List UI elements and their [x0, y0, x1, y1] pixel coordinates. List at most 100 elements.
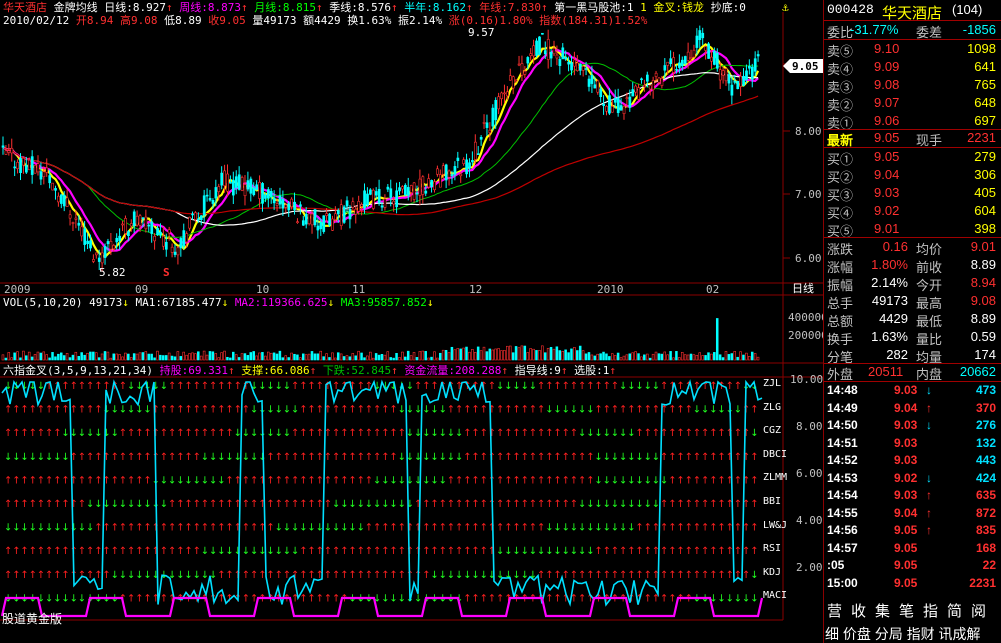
- down-arrow-icon: ↓: [439, 452, 447, 463]
- bottom-tab[interactable]: 收: [851, 600, 866, 621]
- bottom-tab[interactable]: 阅: [971, 600, 986, 621]
- chart-canvas[interactable]: ↓ ↓ ↓ ↓ ↓ ↑ ↑ ↑ ↑ ↑ ↑ ↑ ↑ ↑ ↑ ↓ ↓ ↓ ↓ ↓ ↑ ↑ ↑ ↑ ↑ ↑ ↑ ↑ ↑ ↑ ↓ ↓ ↓ ↓ ↓ ↑ ↑ ↑ ↑ ↑…: [0, 0, 823, 643]
- ask-row[interactable]: 卖① 9.06 697: [824, 112, 1001, 131]
- volume-bar: [97, 357, 101, 361]
- tick-row[interactable]: 14:55 9.04 ↑ 872: [824, 505, 1001, 523]
- bottom-links[interactable]: 细 价盘 分局 指财 讯成解: [825, 624, 981, 643]
- down-arrow-icon: ↓: [111, 499, 119, 510]
- up-arrow-icon: ↑: [586, 381, 594, 392]
- candle-body: [94, 252, 98, 256]
- volume-bar: [112, 353, 115, 361]
- volume-bar: [48, 357, 51, 361]
- bid-row[interactable]: 买③ 9.03 405: [824, 184, 1001, 203]
- down-arrow-icon: ↓: [594, 499, 602, 510]
- up-arrow-icon: ↑: [660, 523, 668, 534]
- anchor-icon[interactable]: ⚓: [782, 1, 789, 14]
- ask-row[interactable]: 卖③ 9.08 765: [824, 76, 1001, 95]
- up-arrow-icon: ↑: [398, 428, 406, 439]
- chart-mode-label[interactable]: 金牌均线: [54, 1, 98, 14]
- volume-bar: [715, 318, 719, 361]
- bottom-tab[interactable]: 笔: [899, 600, 914, 621]
- volume-bar: [65, 353, 69, 361]
- ask-row[interactable]: 卖② 9.07 648: [824, 94, 1001, 113]
- volume-bar: [310, 351, 314, 361]
- up-arrow-icon: ↑: [94, 381, 102, 392]
- down-arrow-icon: ↓: [242, 546, 250, 557]
- tick-row[interactable]: 14:56 9.05 ↑ 835: [824, 522, 1001, 540]
- candle-body: [205, 194, 209, 197]
- candle-body: [625, 97, 629, 100]
- tick-row[interactable]: :05 9.05 22: [824, 557, 1001, 575]
- indicator-tick: 10.00: [790, 373, 824, 386]
- up-arrow-icon: ↑: [676, 405, 684, 416]
- up-arrow-icon: ↑: [463, 475, 471, 486]
- up-arrow-icon: ↑: [316, 452, 324, 463]
- candle-body: [351, 201, 355, 208]
- tick-volume: 835: [975, 523, 996, 537]
- up-arrow-icon: ↑: [53, 570, 61, 581]
- tick-row[interactable]: 14:48 9.03 ↓ 473: [824, 382, 1001, 400]
- level-price: 9.07: [874, 95, 900, 110]
- tick-row[interactable]: 15:00 9.05 2231: [824, 575, 1001, 593]
- up-arrow-icon: ↑: [676, 546, 684, 557]
- up-arrow-icon: ↑: [693, 546, 701, 557]
- ask-row[interactable]: 卖⑤ 9.10 1098: [824, 40, 1001, 59]
- tick-price: 9.04: [894, 400, 918, 415]
- ask-row[interactable]: 卖④ 9.09 641: [824, 58, 1001, 77]
- bottom-tab[interactable]: 营: [827, 600, 842, 621]
- volume-bar: [678, 357, 681, 361]
- candle-body: [570, 62, 573, 71]
- up-arrow-icon: ↑: [160, 428, 168, 439]
- bid-row[interactable]: 买④ 9.02 604: [824, 202, 1001, 221]
- up-arrow-icon: ↑: [160, 405, 168, 416]
- tick-row[interactable]: 14:54 9.03 ↑ 635: [824, 487, 1001, 505]
- down-arrow-icon: ↓: [283, 546, 291, 557]
- candle-body: [74, 217, 78, 220]
- volume-bar: [567, 352, 570, 361]
- volume-bar: [389, 357, 392, 361]
- tick-row[interactable]: 14:51 9.03 132: [824, 435, 1001, 453]
- candle-body: [255, 184, 259, 190]
- up-arrow-icon: ↑: [365, 523, 373, 534]
- tick-row[interactable]: 14:53 9.02 ↓ 424: [824, 470, 1001, 488]
- tick-row[interactable]: 14:57 9.05 168: [824, 540, 1001, 558]
- up-arrow-icon: ↑: [562, 499, 570, 510]
- bottom-tab[interactable]: 指: [923, 600, 938, 621]
- candle-body: [287, 203, 291, 211]
- up-arrow-icon: ↑: [726, 452, 734, 463]
- down-arrow-icon: ↓: [611, 523, 619, 534]
- up-arrow-icon: ↑: [389, 428, 397, 439]
- volume-bar: [447, 352, 451, 361]
- kline-chart-area[interactable]: ↓ ↓ ↓ ↓ ↓ ↑ ↑ ↑ ↑ ↑ ↑ ↑ ↑ ↑ ↑ ↓ ↓ ↓ ↓ ↓ ↑ ↑ ↑ ↑ ↑ ↑ ↑ ↑ ↑ ↑ ↓ ↓ ↓ ↓ ↓ ↑ ↑ ↑ ↑ ↑…: [0, 0, 828, 643]
- volume-bar: [10, 357, 13, 361]
- bottom-tab[interactable]: 简: [947, 600, 962, 621]
- up-arrow-icon: ↑: [488, 593, 496, 604]
- volume-bar: [258, 352, 261, 361]
- volume-bar: [325, 353, 328, 361]
- bottom-links-text[interactable]: 细 价盘 分局 指财 讯成解: [825, 626, 981, 642]
- up-arrow-icon: ↑: [348, 405, 356, 416]
- bid-row[interactable]: 买② 9.04 306: [824, 166, 1001, 185]
- bid-row[interactable]: 买⑤ 9.01 398: [824, 220, 1001, 239]
- candle-body: [121, 223, 124, 226]
- candle-body: [237, 174, 241, 190]
- tick-row[interactable]: 14:49 9.04 ↑ 370: [824, 400, 1001, 418]
- bid-row[interactable]: 买① 9.05 279: [824, 148, 1001, 167]
- up-arrow-icon: ↑: [496, 452, 504, 463]
- volume-bar: [576, 350, 579, 361]
- bottom-tab[interactable]: 集: [875, 600, 890, 621]
- open-label: 开8.94: [75, 14, 114, 27]
- tick-row[interactable]: 14:50 9.03 ↓ 276: [824, 417, 1001, 435]
- up-arrow-icon: ↑: [111, 523, 119, 534]
- last-price: 9.05: [874, 130, 900, 145]
- candle-body: [742, 75, 745, 86]
- up-arrow-icon: ↑: [299, 570, 307, 581]
- candle-body: [669, 58, 673, 65]
- up-arrow-icon: ↑: [750, 405, 758, 416]
- tick-row[interactable]: 14:52 9.03 443: [824, 452, 1001, 470]
- up-arrow-icon: ↑: [143, 546, 151, 557]
- up-arrow-icon: ↑: [119, 381, 127, 392]
- candle-body: [77, 222, 81, 226]
- period-label[interactable]: 日线: [792, 283, 814, 296]
- bottom-tab-bar[interactable]: 营收集笔指简阅 细 价盘 分局 指财 讯成解: [823, 596, 1001, 643]
